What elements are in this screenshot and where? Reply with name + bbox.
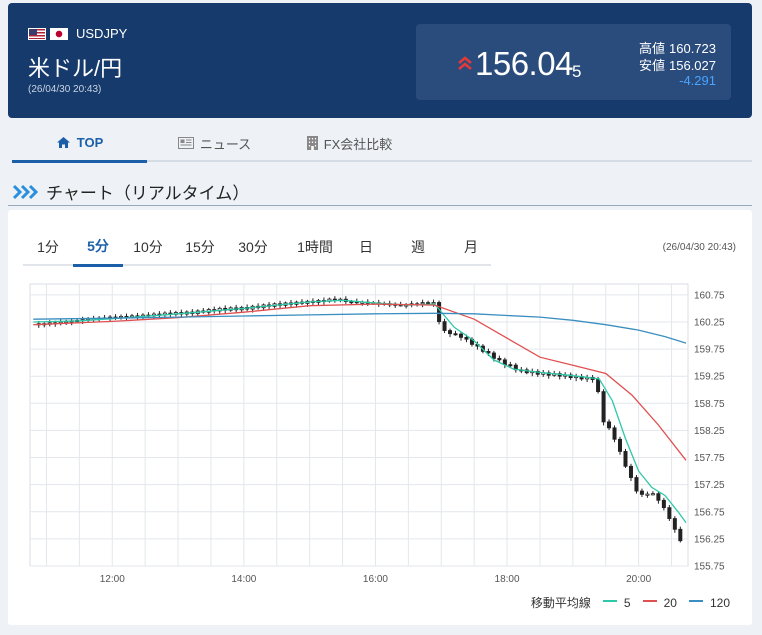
legend-swatch-ma5 [602,600,617,602]
tab-fx-compare-label: FX会社比較 [323,136,393,152]
chart-legend: 移動平均線 5 20 120 [531,594,730,611]
y-tick-label: 157.75 [694,453,725,464]
y-tick-label: 158.25 [694,426,725,437]
period-week[interactable]: 週 [393,228,443,266]
period-30min[interactable]: 30分 [228,228,278,266]
ma-line-20 [33,303,687,461]
period-10min[interactable]: 10分 [123,228,173,266]
chart-section-heading: チャート（リアルタイム） [8,178,752,206]
y-tick-label: 159.75 [694,345,725,356]
candle-body [437,302,442,323]
y-tick-label: 155.75 [694,562,725,573]
low-label: 安値 [638,58,665,73]
price-change: -4.291 [679,73,716,88]
legend-title: 移動平均線 [530,596,591,610]
legend-ma5: 5 [623,595,631,610]
building-icon [306,136,318,150]
high-value: 160.723 [669,41,716,56]
period-day[interactable]: 日 [341,228,391,266]
candle-body [491,352,496,359]
candle-body [448,330,453,335]
period-tabs: 1分 5分 10分 15分 30分 1時間 日 週 月 [23,228,491,267]
x-tick-label: 12:00 [100,574,125,585]
y-tick-label: 156.75 [694,507,725,518]
legend-ma120: 120 [709,595,730,610]
candle-body [634,477,639,492]
candle-body [678,528,683,542]
candle-body [672,518,677,530]
x-tick-label: 18:00 [495,574,520,585]
jp-flag-icon [50,27,68,40]
pair-name: 米ドル/円 [28,56,123,81]
candle-body [442,321,447,331]
candle-body [639,490,644,495]
candle-body [612,427,617,440]
period-15min[interactable]: 15分 [175,228,225,266]
low-price: 安値 156.027 [639,55,716,74]
tab-top[interactable]: TOP [12,124,147,163]
newspaper-icon [177,137,194,149]
candle-body [650,493,655,496]
tab-top-label: TOP [76,134,104,150]
tab-fx-compare[interactable]: FX会社比較 [282,124,417,162]
candle-body [667,507,672,519]
candle-body [464,336,469,340]
quote-timestamp: (26/04/30 20:43) [28,84,102,95]
candle-body [645,493,650,496]
main-tabs: TOP ニュース FX会社比較 [12,124,752,163]
us-flag-icon [28,27,46,40]
quote-header: USDJPY 米ドル/円 (26/04/30 20:43) 156.04 5 高… [8,3,752,118]
legend-ma20: 20 [663,595,677,610]
chart-card: 1分 5分 10分 15分 30分 1時間 日 週 月 (26/04/30 20… [8,210,752,625]
home-icon [56,136,70,148]
candle-body [497,357,502,361]
legend-swatch-ma120 [688,600,703,602]
candle-body [623,451,628,467]
y-tick-label: 159.25 [694,372,725,383]
period-5min[interactable]: 5分 [73,228,123,267]
high-label: 高値 [638,41,665,56]
triple-chevron-right-icon [12,184,38,199]
y-tick-label: 160.25 [694,317,725,328]
current-price: 156.04 [475,45,573,82]
candle-body [607,421,612,429]
candle-body [661,499,666,509]
candle-body [458,333,463,338]
current-price-pip: 5 [572,62,582,81]
y-tick-label: 157.25 [694,480,725,491]
candle-body [453,333,458,336]
tab-news-label: ニュース [199,136,252,152]
pair-code: USDJPY [76,26,128,41]
double-chevron-up-icon [458,56,472,70]
period-1hour[interactable]: 1時間 [285,228,345,266]
candle-body [420,302,425,305]
candle-body [618,438,623,452]
tab-news[interactable]: ニュース [147,124,282,162]
candle-body [601,391,606,423]
chart-timestamp: (26/04/30 20:43) [662,242,736,253]
period-1min[interactable]: 1分 [23,228,73,266]
x-tick-label: 16:00 [363,574,388,585]
low-value: 156.027 [669,58,716,73]
y-tick-label: 158.75 [694,399,725,410]
ma-line-120 [33,312,687,344]
plot-frame [29,283,689,567]
candle-body [508,364,513,367]
period-month[interactable]: 月 [446,228,496,266]
candle-body [596,379,601,393]
candle-body [656,493,661,501]
currency-pair: USDJPY [28,26,127,41]
price-panel: 156.04 5 高値 160.723 安値 156.027 -4.291 [416,24,731,100]
x-tick-label: 20:00 [626,574,651,585]
legend-swatch-ma20 [642,600,657,602]
x-tick-label: 14:00 [231,574,256,585]
y-tick-label: 156.25 [694,534,725,545]
y-tick-label: 160.75 [694,290,725,301]
section-title: チャート（リアルタイム） [46,184,250,203]
candle-body [426,302,431,305]
candle-body [628,465,633,478]
ma-line-5 [33,299,687,523]
price-chart: 160.75 160.25 159.75 159.25 158.75 158.25 157.… [29,283,725,585]
